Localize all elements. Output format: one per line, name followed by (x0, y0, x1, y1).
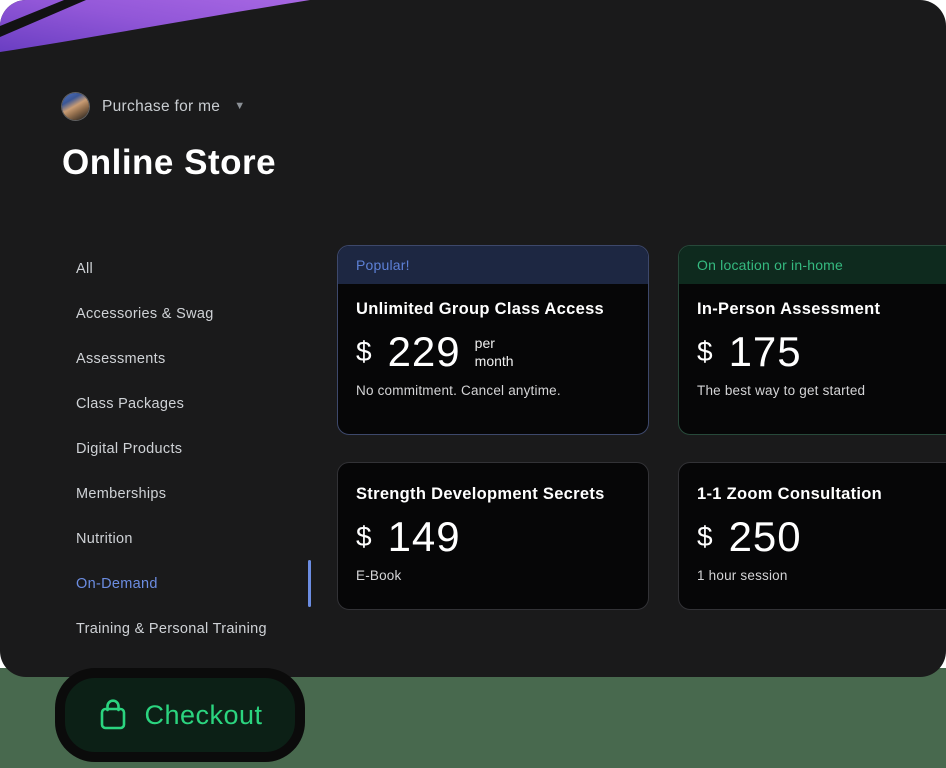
product-card-in-person-assessment[interactable]: On location or in-home In-Person Assessm… (678, 245, 946, 435)
store-page: Purchase for me ▼ Online Store All Acces… (0, 0, 946, 768)
page-title: Online Store (62, 143, 277, 182)
sidebar-item-nutrition[interactable]: Nutrition (76, 516, 311, 561)
location-badge: On location or in-home (679, 246, 946, 284)
sidebar-item-accessories-swag[interactable]: Accessories & Swag (76, 291, 311, 336)
price-value: 175 (728, 328, 802, 375)
price-row: $ 250 (697, 513, 946, 561)
product-card-grid: Popular! Unlimited Group Class Access $ … (337, 245, 946, 610)
price-value: 250 (728, 513, 802, 560)
sidebar-item-training-personal-training[interactable]: Training & Personal Training (76, 606, 311, 651)
user-avatar (62, 93, 89, 120)
shopping-bag-icon (101, 699, 126, 730)
sidebar-item-on-demand[interactable]: On-Demand (76, 561, 311, 606)
product-subtitle: E-Book (356, 568, 402, 583)
product-card-strength-development-secrets[interactable]: Strength Development Secrets $ 149 E-Boo… (337, 462, 649, 610)
card-body: 1-1 Zoom Consultation $ 250 1 hour sessi… (679, 463, 946, 583)
price-period: per month (475, 334, 514, 370)
product-card-zoom-consultation[interactable]: 1-1 Zoom Consultation $ 250 1 hour sessi… (678, 462, 946, 610)
online-store-panel: Purchase for me ▼ Online Store All Acces… (0, 0, 946, 677)
card-body: In-Person Assessment $ 175 The best way … (679, 284, 946, 398)
checkout-button[interactable]: Checkout (55, 668, 305, 762)
purchase-for-selector[interactable]: Purchase for me ▼ (62, 93, 245, 120)
currency-symbol: $ (697, 521, 713, 552)
currency-symbol: $ (356, 521, 372, 552)
price-period-line1: per (474, 334, 495, 351)
purple-ribbon-decoration (0, 0, 310, 52)
product-subtitle: 1 hour session (697, 568, 788, 583)
price-period-line2: month (474, 353, 514, 369)
card-body: Unlimited Group Class Access $ 229 per m… (338, 284, 648, 398)
chevron-down-icon: ▼ (234, 100, 246, 112)
product-title: Unlimited Group Class Access (356, 300, 605, 318)
price-value: 149 (387, 513, 461, 560)
price-row: $ 175 (697, 328, 946, 376)
sidebar-item-class-packages[interactable]: Class Packages (76, 381, 311, 426)
product-card-unlimited-group-class[interactable]: Popular! Unlimited Group Class Access $ … (337, 245, 649, 435)
category-sidebar: All Accessories & Swag Assessments Class… (76, 246, 311, 651)
sidebar-scroll-indicator[interactable] (308, 560, 311, 607)
product-subtitle: The best way to get started (697, 383, 866, 398)
sidebar-item-all[interactable]: All (76, 246, 311, 291)
product-title: In-Person Assessment (697, 300, 881, 318)
price-row: $ 149 (356, 513, 630, 561)
sidebar-item-memberships[interactable]: Memberships (76, 471, 311, 516)
popular-badge: Popular! (338, 246, 648, 284)
product-subtitle: No commitment. Cancel anytime. (356, 383, 561, 398)
price-value: 229 (387, 328, 461, 375)
purchase-for-label: Purchase for me (102, 97, 221, 115)
product-title: Strength Development Secrets (356, 485, 605, 503)
sidebar-item-assessments[interactable]: Assessments (76, 336, 311, 381)
product-title: 1-1 Zoom Consultation (697, 485, 883, 503)
card-body: Strength Development Secrets $ 149 E-Boo… (338, 463, 648, 583)
currency-symbol: $ (697, 336, 713, 367)
sidebar-item-digital-products[interactable]: Digital Products (76, 426, 311, 471)
checkout-label: Checkout (144, 699, 263, 730)
currency-symbol: $ (356, 336, 372, 367)
price-row: $ 229 per month (356, 328, 630, 376)
